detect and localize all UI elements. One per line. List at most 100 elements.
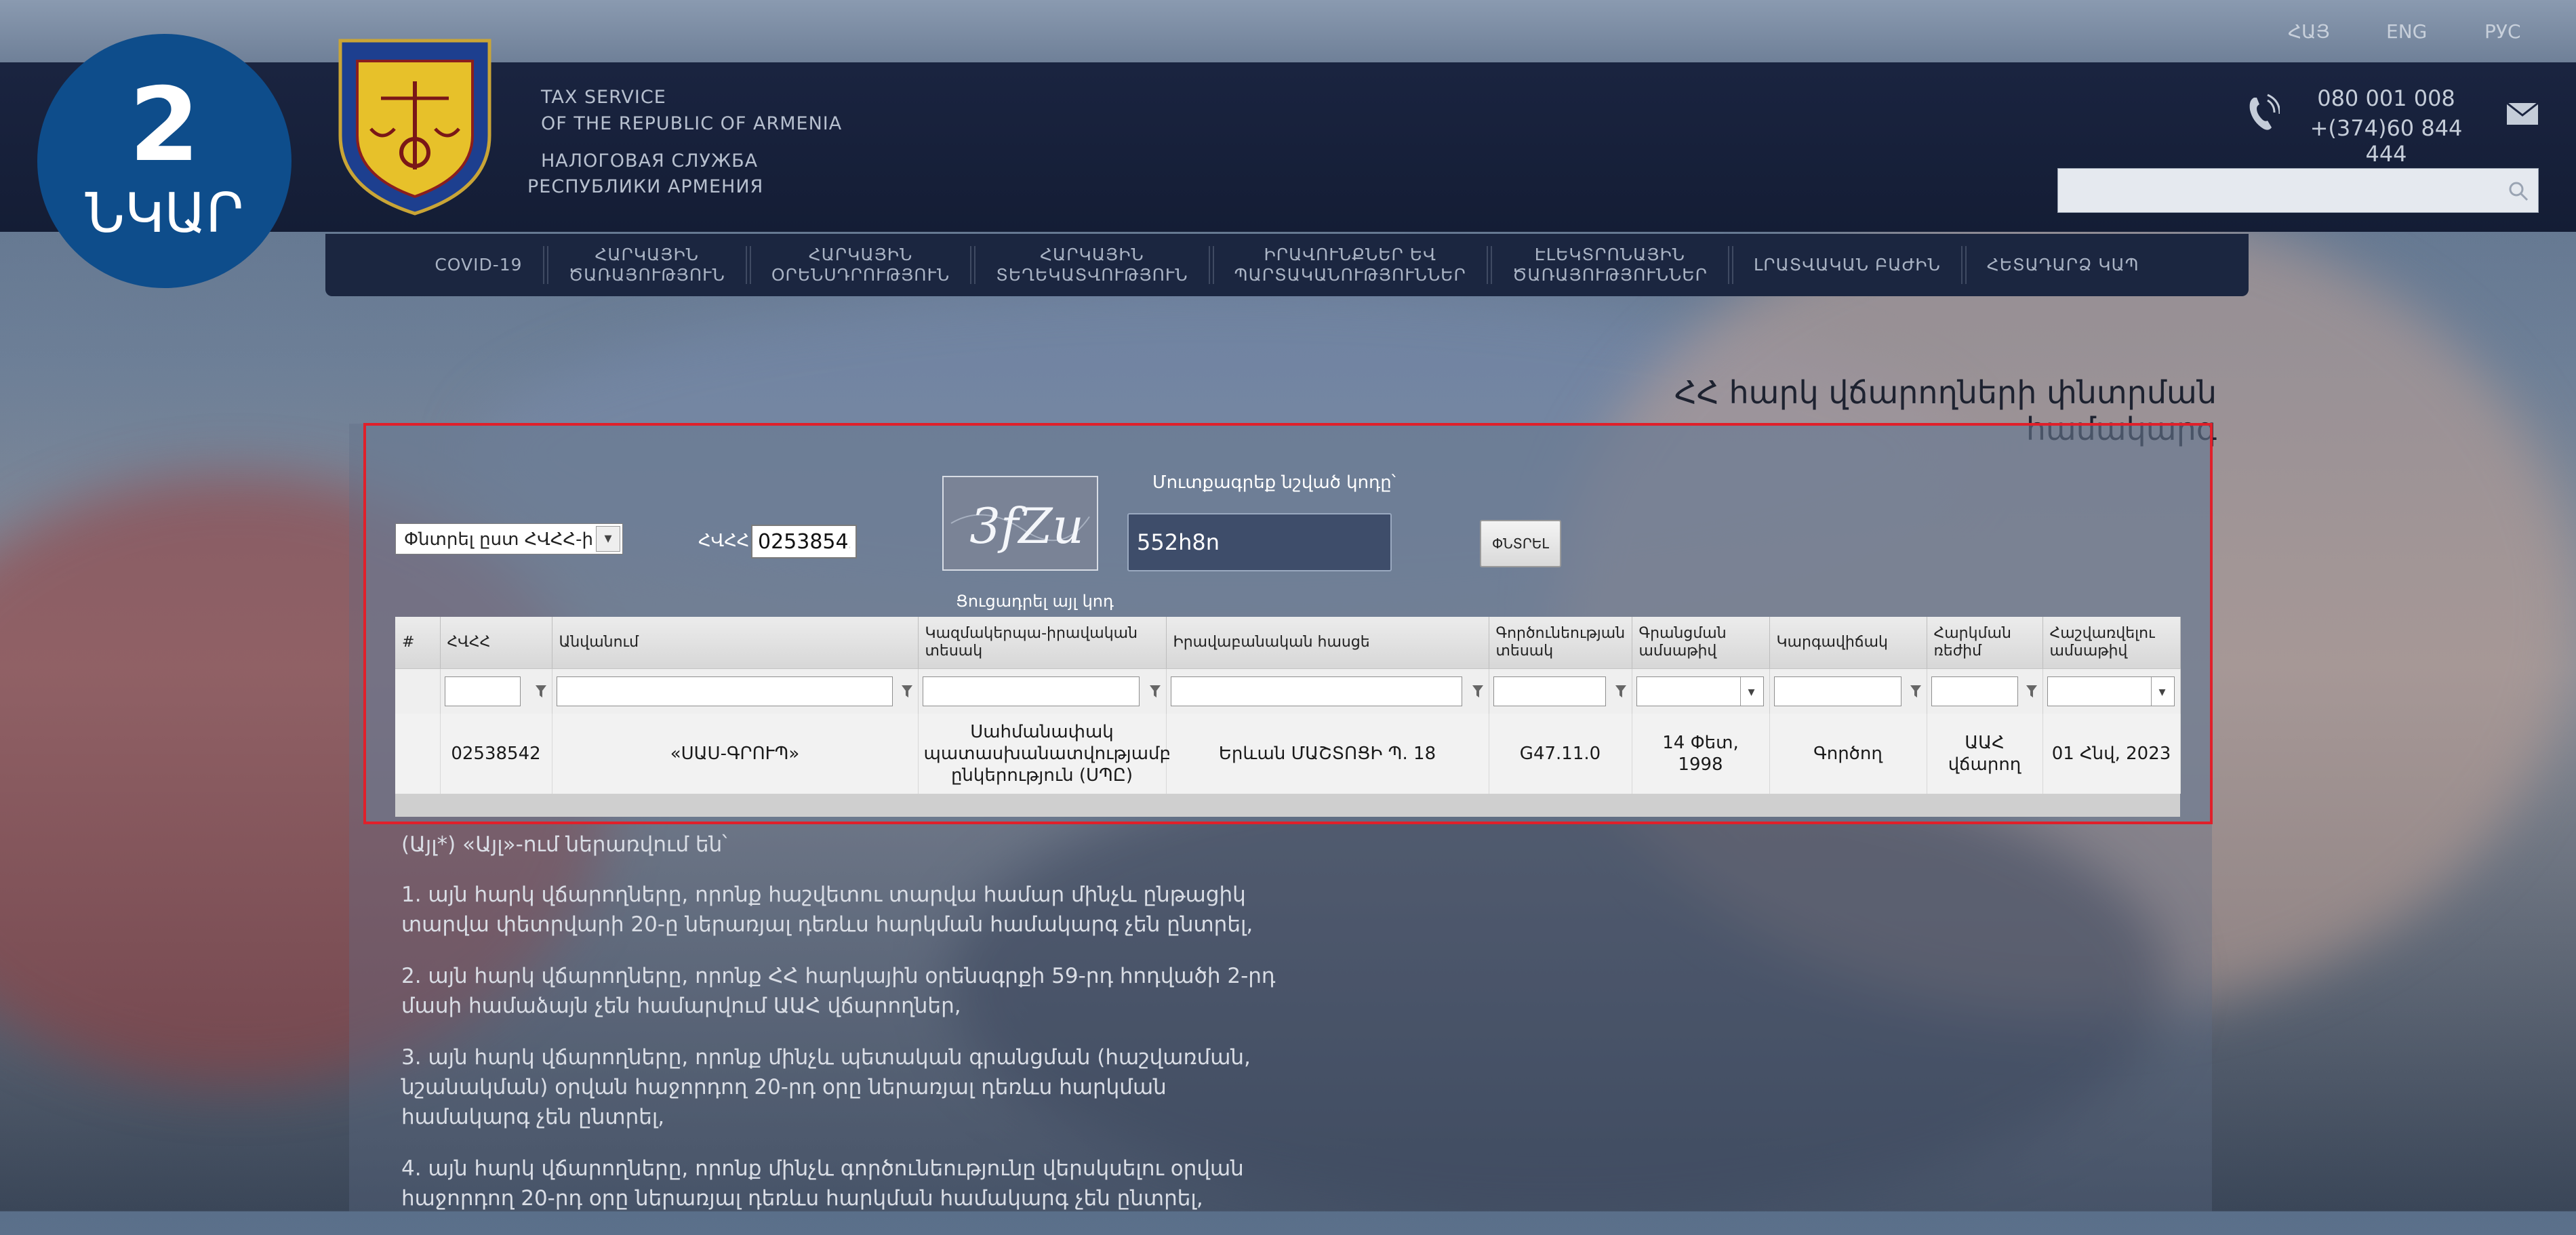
filter-input-legal-form[interactable] bbox=[922, 676, 1140, 706]
cell-tin: 02538542 bbox=[440, 714, 552, 794]
mail-icon[interactable] bbox=[2507, 103, 2538, 125]
lang-hy-link[interactable]: ՀԱՅ bbox=[2288, 20, 2330, 43]
filter-icon[interactable] bbox=[534, 684, 548, 699]
lang-ru-link[interactable]: РУС bbox=[2484, 20, 2521, 43]
table-footer bbox=[395, 794, 2180, 817]
filter-input-tin[interactable] bbox=[444, 676, 521, 706]
org-name-ru-1: НАЛОГОВАЯ СЛУЖБА bbox=[541, 150, 759, 171]
table-header-row: # ՀՎՀՀ Անվանում Կազմակերպա-իրավական տեսա… bbox=[395, 617, 2181, 669]
search-icon[interactable] bbox=[2508, 181, 2529, 201]
nav-item-covid[interactable]: COVID-19 bbox=[414, 255, 542, 275]
filter-cell-legal-form bbox=[918, 668, 1167, 714]
captcha-label: Մուտքագրեք նշված կոդը՝ bbox=[1152, 472, 1396, 493]
filter-icon[interactable] bbox=[2025, 684, 2038, 699]
cell-accounting-date: 01 Հնվ, 2023 bbox=[2042, 714, 2181, 794]
org-name-en-2: OF THE REPUBLIC OF ARMENIA bbox=[541, 113, 843, 134]
org-name-en-1: TAX SERVICE bbox=[541, 87, 666, 108]
search-button[interactable]: ՓՆՏՐԵԼ bbox=[1480, 520, 1561, 567]
filter-cell-name bbox=[552, 668, 919, 714]
taxpayer-results-table: # ՀՎՀՀ Անվանում Կազմակերպա-իրավական տեսա… bbox=[395, 617, 2181, 817]
filter-icon[interactable] bbox=[1148, 684, 1162, 699]
nav-item-tax-legislation[interactable]: ՀԱՐԿԱՅԻՆ ՕՐԵՆՍԴՐՈՒԹՅՈՒՆ bbox=[751, 245, 970, 285]
filter-cell-tin bbox=[440, 668, 552, 714]
tin-input[interactable] bbox=[751, 525, 857, 559]
column-header-status[interactable]: Կարգավիճակ bbox=[1769, 617, 1927, 669]
nav-item-feedback[interactable]: ՀԵՏԱԴԱՐՁ ԿԱՊ bbox=[1967, 255, 2160, 275]
cell-registration-date: 14 Փետ, 1998 bbox=[1632, 714, 1770, 794]
filter-cell-activity bbox=[1489, 668, 1632, 714]
filter-input-name[interactable] bbox=[556, 676, 893, 706]
phone-number-1[interactable]: 080 001 008 bbox=[2305, 85, 2468, 111]
captcha-image: 3fZu bbox=[942, 476, 1098, 571]
column-header-accounting-date[interactable]: Հաշվառվելու ամսաթիվ bbox=[2042, 617, 2181, 669]
nav-divider bbox=[1486, 246, 1492, 284]
tax-service-emblem-logo[interactable] bbox=[334, 34, 496, 217]
org-name-ru-2: РЕСПУБЛИКИ АРМЕНИЯ bbox=[527, 176, 764, 197]
chevron-down-icon[interactable]: ▾ bbox=[2150, 677, 2173, 706]
cell-legal-address: Երևան ՄԱՇՏՈՑԻ Պ. 18 bbox=[1166, 714, 1489, 794]
notes-section: (Այլ*) «Այլ»-ում ներառվում են՝ 1. այն հա… bbox=[401, 832, 1283, 1235]
nav-item-tax-information[interactable]: ՀԱՐԿԱՅԻՆ ՏԵՂԵԿԱՏՎՈՒԹՅՈՒՆ bbox=[975, 245, 1208, 285]
nav-divider bbox=[745, 246, 751, 284]
filter-cell-address bbox=[1166, 668, 1489, 714]
filter-icon[interactable] bbox=[900, 684, 914, 699]
filter-cell-status bbox=[1769, 668, 1927, 714]
column-header-number[interactable]: # bbox=[395, 617, 441, 669]
nav-divider bbox=[542, 246, 548, 284]
note-item: 3. այն հարկ վճարողները, որոնք մինչև պետա… bbox=[401, 1045, 1251, 1129]
nav-divider bbox=[1727, 246, 1733, 284]
captcha-refresh-link[interactable]: Ցուցադրել այլ կոդ bbox=[956, 592, 1114, 611]
filter-icon[interactable] bbox=[1909, 684, 1923, 699]
filter-icon[interactable] bbox=[1614, 684, 1628, 699]
table-filter-row: ▾ ▾ bbox=[395, 668, 2181, 714]
cell-legal-form: Սահմանափակ պատասխանատվությամբ ընկերությո… bbox=[918, 714, 1171, 794]
nav-divider bbox=[1960, 246, 1967, 284]
nav-item-rights-obligations[interactable]: ԻՐԱՎՈՒՆՔՆԵՐ ԵՎ ՊԱՐՏԱԿԱՆՈՒԹՅՈՒՆՆԵՐ bbox=[1214, 245, 1487, 285]
cell-status: Գործող bbox=[1769, 714, 1927, 794]
chevron-down-icon[interactable]: ▾ bbox=[1739, 677, 1763, 706]
filter-input-tax-regime[interactable] bbox=[1931, 676, 2018, 706]
column-header-activity-type[interactable]: Գործունեության տեսակ bbox=[1489, 617, 1632, 669]
nav-item-e-services[interactable]: ԷԼԵԿՏՐՈՆԱՅԻՆ ԾԱՌԱՅՈՒԹՅՈՒՆՆԵՐ bbox=[1492, 245, 1728, 285]
badge-number: 2 bbox=[129, 66, 200, 184]
lang-en-link[interactable]: ENG bbox=[2386, 20, 2427, 43]
cell-activity-type: G47.11.0 bbox=[1489, 714, 1632, 794]
captcha-input[interactable] bbox=[1127, 513, 1392, 571]
filter-cell-tax-regime bbox=[1927, 668, 2043, 714]
cell-tax-regime: ԱԱՀ վճարող bbox=[1927, 714, 2043, 794]
nav-item-news[interactable]: ԼՐԱՏՎԱԿԱՆ ԲԱԺԻՆ bbox=[1733, 255, 1961, 275]
filter-type-select[interactable]: Փնտրել ըստ ՀՎՀՀ-ի ▾ bbox=[395, 523, 623, 554]
tin-label: ՀՎՀՀ bbox=[698, 531, 750, 551]
main-navigation: COVID-19 ՀԱՐԿԱՅԻՆ ԾԱՌԱՅՈՒԹՅՈՒՆ ՀԱՐԿԱՅԻՆ ՕՐ… bbox=[325, 234, 2249, 296]
notes-heading: (Այլ*) «Այլ»-ում ներառվում են՝ bbox=[401, 832, 727, 857]
nav-item-tax-service[interactable]: ՀԱՐԿԱՅԻՆ ԾԱՌԱՅՈՒԹՅՈՒՆ bbox=[548, 245, 746, 285]
column-header-registration-date[interactable]: Գրանցման ամսաթիվ bbox=[1632, 617, 1770, 669]
cell-number bbox=[395, 714, 441, 794]
table-row[interactable]: 02538542 «ՍԱՍ-ԳՐՈՒՊ» Սահմանափակ պատասխան… bbox=[395, 714, 2181, 794]
phone-number-2[interactable]: +(374)60 844 444 bbox=[2305, 115, 2468, 167]
note-item: 2. այն հարկ վճարողները, որոնք ՀՀ հարկայի… bbox=[401, 964, 1276, 1018]
cell-name: «ՍԱՍ-ԳՐՈՒՊ» bbox=[552, 714, 919, 794]
filter-input-address[interactable] bbox=[1170, 676, 1462, 706]
column-header-legal-address[interactable]: Իրավաբանական հասցե bbox=[1166, 617, 1489, 669]
badge-label: ՆԿԱՐ bbox=[85, 182, 244, 245]
figure-badge: 2 ՆԿԱՐ bbox=[37, 34, 291, 288]
filter-cell-registration-date: ▾ bbox=[1632, 668, 1770, 714]
site-search-input[interactable] bbox=[2057, 168, 2539, 213]
filter-type-value: Փնտրել ըստ ՀՎՀՀ-ի bbox=[404, 529, 593, 550]
filter-icon[interactable] bbox=[1471, 684, 1485, 699]
column-header-tax-regime[interactable]: Հարկման ռեժիմ bbox=[1927, 617, 2043, 669]
nav-divider bbox=[1208, 246, 1214, 284]
filter-cell-empty bbox=[395, 668, 441, 714]
phone-icon bbox=[2249, 94, 2280, 130]
column-header-legal-form[interactable]: Կազմակերպա-իրավական տեսակ bbox=[918, 617, 1167, 669]
filter-cell-accounting-date: ▾ bbox=[2042, 668, 2181, 714]
note-item: 4. այն հարկ վճարողները, որոնք մինչև գործ… bbox=[401, 1156, 1244, 1211]
column-header-name[interactable]: Անվանում bbox=[552, 617, 919, 669]
nav-divider bbox=[970, 246, 976, 284]
column-header-tin[interactable]: ՀՎՀՀ bbox=[440, 617, 552, 669]
filter-input-activity[interactable] bbox=[1493, 676, 1606, 706]
filter-input-status[interactable] bbox=[1773, 676, 1901, 706]
chevron-down-icon[interactable]: ▾ bbox=[596, 526, 620, 552]
captcha-code-text: 3fZu bbox=[969, 498, 1084, 554]
